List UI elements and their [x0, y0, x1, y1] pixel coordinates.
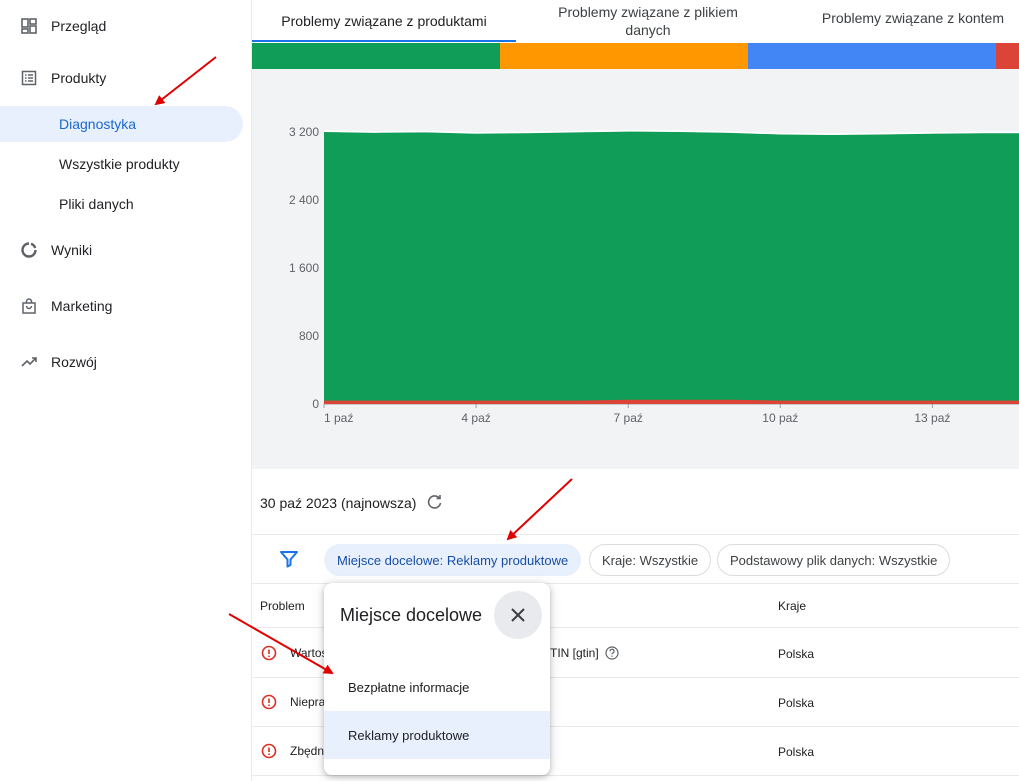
sidebar-item-rozwoj[interactable]: Rozwój: [0, 344, 243, 380]
refresh-icon[interactable]: [426, 493, 444, 511]
y-tick-label: 0: [312, 397, 319, 411]
chip-label: Podstawowy plik danych: Wszystkie: [730, 552, 938, 568]
filter-row: Miejsce docelowe: Reklamy produktowe Kra…: [252, 535, 1019, 584]
sidebar-item-wyniki[interactable]: Wyniki: [0, 232, 243, 268]
trending-up-icon: [20, 353, 38, 371]
header-countries[interactable]: Kraje: [778, 599, 806, 613]
filter-chip-countries[interactable]: Kraje: Wszystkie: [589, 544, 712, 576]
cell-country: Polska: [778, 647, 815, 661]
sidebar-subitem-pliki-danych[interactable]: Pliki danych: [0, 186, 243, 222]
cell-problem: Zbędn: [290, 744, 325, 758]
filter-chip-placement[interactable]: Miejsce docelowe: Reklamy produktowe: [324, 544, 582, 576]
tab-color-red: [996, 43, 1019, 69]
tab-label: Problemy związane z plikiem danych: [558, 4, 738, 38]
shopping-bag-icon: [20, 297, 38, 315]
option-bezplatne-informacje[interactable]: Bezpłatne informacje: [324, 663, 550, 711]
date-row: 30 paź 2023 (najnowsza): [252, 469, 1019, 535]
tab-konto[interactable]: Problemy związane z kontem: [792, 0, 1016, 36]
y-tick-label: 1 600: [289, 261, 319, 275]
sidebar-item-label: Marketing: [51, 298, 113, 314]
chip-label: Miejsce docelowe: Reklamy produktowe: [337, 552, 569, 568]
option-label: Bezpłatne informacje: [348, 679, 470, 695]
error-icon: [261, 743, 277, 759]
sidebar-item-przeglad[interactable]: Przegląd: [0, 8, 243, 44]
x-tick-label: 4 paź: [461, 411, 490, 425]
close-icon: [511, 608, 525, 622]
donut-icon: [20, 241, 38, 259]
tab-bar: Problemy związane z produktami Problemy …: [252, 0, 1019, 43]
sidebar-subitem-label: Diagnostyka: [59, 116, 137, 132]
header-problem[interactable]: Problem: [260, 599, 305, 613]
filter-chip-feed[interactable]: Podstawowy plik danych: Wszystkie: [717, 544, 951, 576]
issues-area-chart: 0 800 1 600 2 400 3 200 1 paź 4 paź 7 paź 10 paź…: [289, 125, 1019, 425]
y-tick-label: 2 400: [289, 193, 319, 207]
series-area-green: [324, 131, 1019, 404]
close-button[interactable]: [494, 591, 542, 639]
sidebar-item-label: Przegląd: [51, 18, 107, 34]
sidebar-subitem-label: Wszystkie produkty: [59, 156, 180, 172]
cell-attribute: TIN [gtin]: [550, 646, 619, 660]
error-icon: [261, 645, 277, 661]
option-reklamy-produktowe[interactable]: Reklamy produktowe: [324, 711, 550, 759]
list-icon: [20, 69, 38, 87]
help-icon[interactable]: [605, 646, 619, 660]
cell-country: Polska: [778, 745, 815, 759]
y-tick-label: 3 200: [289, 125, 319, 139]
tab-color-green: [252, 43, 500, 69]
cell-country: Polska: [778, 696, 815, 710]
popover-title: Miejsce docelowe: [340, 605, 483, 625]
tab-produkty[interactable]: Problemy związane z produktami: [272, 0, 496, 42]
sidebar-item-label: Wyniki: [51, 242, 93, 258]
x-tick-label: 7 paź: [614, 411, 643, 425]
tab-color-blue: [748, 43, 996, 69]
sidebar: Przegląd Produkty Diagnostyka Wszystkie …: [0, 0, 252, 781]
sidebar-item-marketing[interactable]: Marketing: [0, 288, 243, 324]
y-tick-label: 800: [299, 329, 319, 343]
sidebar-subitem-diagnostyka[interactable]: Diagnostyka: [0, 106, 243, 142]
option-label: Reklamy produktowe: [348, 727, 470, 743]
tab-label: Problemy związane z produktami: [281, 13, 487, 29]
tab-active-indicator: [252, 40, 516, 42]
sidebar-item-label: Produkty: [51, 70, 107, 86]
cell-attribute-text: TIN [gtin]: [550, 646, 599, 660]
sidebar-item-produkty[interactable]: Produkty: [0, 60, 243, 96]
tab-label: Problemy związane z kontem: [821, 10, 1004, 26]
date-label: 30 paź 2023 (najnowsza): [260, 495, 417, 511]
placement-popover: Miejsce docelowe Bezpłatne informacje Re…: [324, 583, 550, 775]
cell-problem: Niepra: [290, 695, 326, 709]
x-tick-label: 10 paź: [762, 411, 798, 425]
sidebar-item-label: Rozwój: [51, 354, 97, 370]
sidebar-subitem-label: Pliki danych: [59, 196, 134, 212]
error-icon: [261, 694, 277, 710]
filter-icon[interactable]: [279, 549, 299, 569]
x-tick-label: 13 paź: [914, 411, 950, 425]
tab-plik-danych[interactable]: Problemy związane z plikiem danych: [536, 0, 760, 42]
dashboard-icon: [20, 17, 38, 35]
tab-color-orange: [500, 43, 748, 69]
cell-problem: Wartoś: [290, 646, 328, 660]
sidebar-subitem-wszystkie-produkty[interactable]: Wszystkie produkty: [0, 146, 243, 182]
x-tick-label: 1 paź: [324, 411, 353, 425]
chip-label: Kraje: Wszystkie: [602, 552, 699, 568]
issues-chart: 0 800 1 600 2 400 3 200 1 paź 4 paź 7 paź 10 paź…: [252, 69, 1019, 469]
